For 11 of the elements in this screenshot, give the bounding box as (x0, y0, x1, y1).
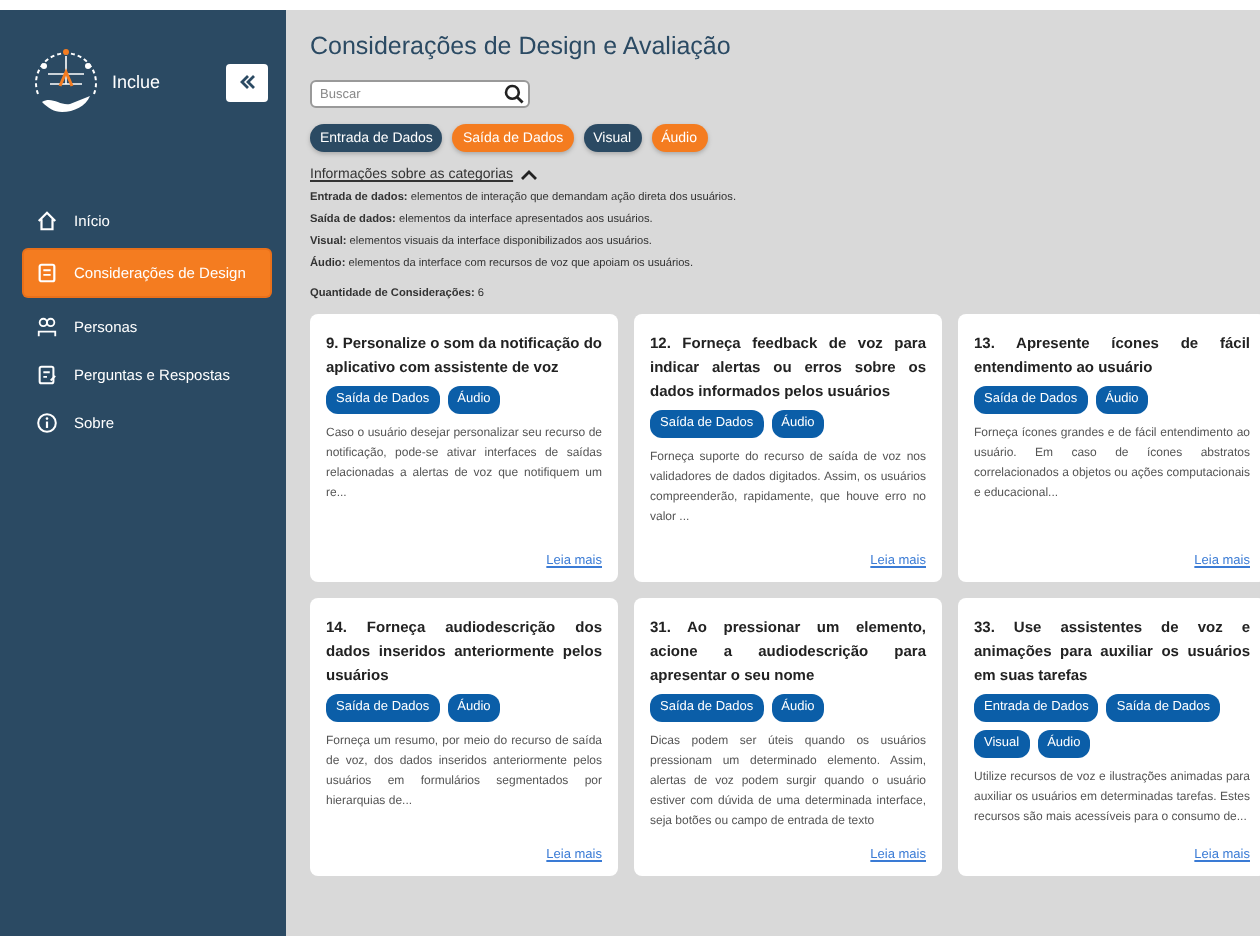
caret-icon[interactable] (519, 168, 538, 182)
double-chevron-left-icon (237, 72, 257, 92)
brand-name: Inclue (112, 72, 163, 92)
search-icon (504, 84, 524, 104)
collapse-button[interactable] (226, 63, 268, 101)
info-icon (36, 411, 58, 433)
page-title: Considerações de Design e Avaliação (310, 32, 733, 60)
people-icon (36, 315, 58, 337)
clipboard-icon (36, 363, 58, 385)
home-icon (36, 209, 58, 231)
document-icon (36, 262, 58, 284)
